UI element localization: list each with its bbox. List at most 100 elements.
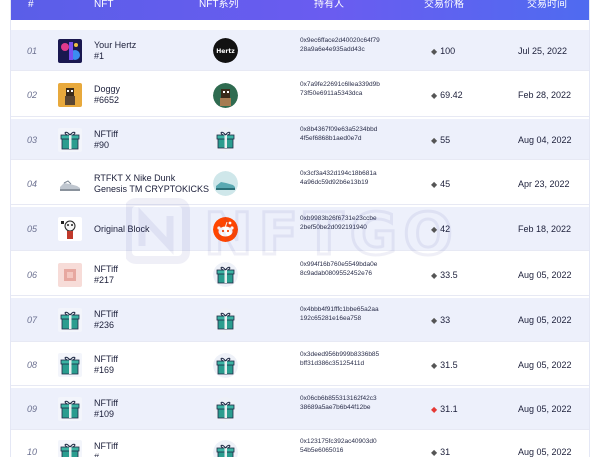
ethereum-icon: ◆ bbox=[431, 448, 438, 457]
nft-thumbnail[interactable] bbox=[58, 83, 82, 107]
table-row[interactable]: 09 NFTiff #109 0x06cb6b855313162f42c338689a… bbox=[11, 388, 589, 430]
nft-title: NFTiff bbox=[94, 441, 118, 451]
nft-thumbnail[interactable] bbox=[58, 440, 82, 457]
price-value: 31.5 bbox=[440, 360, 458, 370]
ethereum-icon: ◆ bbox=[431, 270, 438, 280]
table-row[interactable]: 05 Original Block 0xb9983b26f6731e23ccbe2b… bbox=[11, 207, 589, 251]
row-index: 03 bbox=[27, 134, 38, 145]
trade-date: Aug 05, 2022 bbox=[518, 404, 572, 414]
header-col-date: 交易时间 bbox=[527, 0, 567, 10]
holder-address[interactable]: 0x7a9fe22691c6llea339d9b73f50e6911a5343d… bbox=[300, 80, 380, 98]
collection-nftiff-gift-icon[interactable] bbox=[213, 262, 238, 287]
holder-address[interactable]: 0x8b4367f09e63a5234bbd4f5ef6868b1aed0e7d bbox=[300, 125, 380, 143]
nft-thumbnail[interactable] bbox=[58, 262, 82, 287]
nft-name[interactable]: Original Block bbox=[94, 224, 150, 235]
nft-name[interactable]: Doggy #6652 bbox=[94, 84, 120, 106]
nft-name[interactable]: NFTiff #236 bbox=[94, 309, 118, 331]
price-value: 55 bbox=[440, 134, 451, 145]
row-index: 07 bbox=[27, 315, 38, 325]
trade-price: ◆ 42 bbox=[431, 224, 450, 234]
table-row[interactable]: 06 NFTiff #217 0x994f16b760e5549bda0e8c9ada… bbox=[11, 253, 589, 296]
table-row[interactable]: 01 Your Hertz #1 Hertz 0x9ec6ffacе2d40020c64… bbox=[11, 30, 589, 71]
collection-nftiff-gift-icon[interactable] bbox=[213, 439, 238, 457]
nft-token-id: #217 bbox=[94, 274, 115, 285]
nft-name[interactable]: NFTiff #217 bbox=[94, 264, 118, 286]
nft-title: NFTiff bbox=[94, 354, 118, 364]
collection-hertz-logo-icon[interactable]: Hertz bbox=[213, 38, 238, 63]
trade-date: Feb 18, 2022 bbox=[518, 224, 572, 234]
price-value: 33.5 bbox=[440, 269, 458, 280]
ethereum-icon: ◆ bbox=[431, 225, 438, 234]
holder-address[interactable]: 0x123175fc392ac40903d054b5e6065016 bbox=[300, 437, 380, 455]
nft-token-id: #6652 bbox=[94, 95, 120, 105]
trade-date: Jul 25, 2022 bbox=[518, 45, 568, 56]
table-row[interactable]: 04 RTFKT X Nike Dunk Genesis TM CRYPTOKICK… bbox=[11, 162, 589, 205]
nft-name[interactable]: NFTiff #90 bbox=[94, 129, 118, 151]
nft-trade-table: # NFT NFT系列 持有人 交易价格 交易时间 01 Your Hertz #1… bbox=[10, 0, 590, 457]
trade-price: ◆ 31.1 bbox=[431, 404, 458, 414]
holder-address[interactable]: 0x3cf3a432d194c18b681a4a96dc59d92b6e13b1… bbox=[300, 169, 380, 187]
trade-price: ◆ 31.5 bbox=[431, 360, 458, 370]
nft-name[interactable]: NFTiff #169 bbox=[94, 354, 118, 376]
price-value: 31.1 bbox=[440, 404, 458, 414]
table-row[interactable]: 08 NFTiff #169 0x3deed956b999b8336b85bff31d… bbox=[11, 344, 589, 386]
nft-token-id: #236 bbox=[94, 320, 115, 330]
nft-name[interactable]: RTFKT X Nike Dunk Genesis TM CRYPTOKICKS bbox=[94, 173, 209, 195]
collection-nftiff-gift-icon[interactable] bbox=[213, 352, 238, 378]
nft-thumbnail[interactable] bbox=[58, 308, 82, 332]
nft-thumbnail[interactable] bbox=[58, 38, 82, 63]
nft-thumbnail[interactable] bbox=[58, 217, 82, 241]
collection-nftiff-gift-icon[interactable] bbox=[213, 307, 238, 333]
nft-thumbnail[interactable] bbox=[58, 127, 82, 152]
row-index: 04 bbox=[27, 178, 38, 189]
svg-text:Hertz: Hertz bbox=[216, 48, 235, 55]
table-row[interactable]: 03 NFTiff #90 0x8b4367f09e63a5234bbd4f5ef68… bbox=[11, 119, 589, 160]
nft-token-id: #90 bbox=[94, 139, 110, 150]
row-index: 06 bbox=[27, 269, 38, 280]
nft-title: NFTiff bbox=[94, 309, 118, 319]
holder-address[interactable]: 0x3deed956b999b8336b85bff31d386c35125411… bbox=[300, 350, 380, 368]
nft-title: RTFKT X Nike Dunk bbox=[94, 172, 176, 183]
ethereum-icon: ◆ bbox=[431, 46, 438, 56]
header-col-holder: 持有人 bbox=[314, 0, 344, 10]
collection-nftiff-gift-icon[interactable] bbox=[213, 396, 238, 422]
row-index: 09 bbox=[27, 404, 38, 414]
trade-price: ◆ 100 bbox=[431, 46, 455, 56]
price-value: 42 bbox=[440, 224, 451, 234]
trade-date: Aug 05, 2022 bbox=[518, 269, 572, 280]
collection-reddit-logo-icon[interactable] bbox=[213, 216, 238, 242]
collection-rtfkt-sneaker-icon[interactable] bbox=[213, 171, 238, 196]
holder-address[interactable]: 0x06cb6b855313162f42c338689a5ae7b6b44f12… bbox=[300, 394, 380, 412]
nft-thumbnail[interactable] bbox=[58, 397, 82, 421]
nft-thumbnail[interactable] bbox=[58, 353, 82, 377]
header-col-price: 交易价格 bbox=[424, 0, 464, 10]
table-row[interactable]: 10 NFTiff #0x123175fc392ac40903d054b5e6065… bbox=[11, 432, 589, 457]
holder-address[interactable]: 0x9ec6ffacе2d40020c64f7928a9a6e4e935add4… bbox=[300, 36, 380, 54]
ethereum-icon: ◆ bbox=[431, 91, 438, 100]
holder-address[interactable]: 0x994f16b760e5549bda0e8c9adab0809552452e… bbox=[300, 260, 380, 278]
trade-date: Apr 23, 2022 bbox=[518, 178, 570, 189]
nft-title: NFTiff bbox=[94, 398, 118, 408]
table-row[interactable]: 07 NFTiff #236 0x4bbb4f91fffc1bbe65a2aa192c… bbox=[11, 298, 589, 342]
nft-thumbnail[interactable] bbox=[58, 171, 82, 196]
price-value: 33 bbox=[440, 315, 451, 325]
trade-price: ◆ 33 bbox=[431, 315, 450, 325]
nft-title: NFTiff bbox=[94, 128, 118, 139]
nft-token-id: #109 bbox=[94, 409, 115, 419]
nft-name[interactable]: Your Hertz #1 bbox=[94, 40, 136, 62]
ethereum-icon: ◆ bbox=[431, 316, 438, 325]
collection-doggy-avatar-icon[interactable] bbox=[213, 82, 238, 108]
nft-name[interactable]: NFTiff # bbox=[94, 441, 118, 457]
table-row[interactable]: 02 Doggy #6652 0x7a9fe22691c6llea339d9b73f5… bbox=[11, 73, 589, 117]
ethereum-icon: ◆ bbox=[431, 405, 438, 414]
trade-date: Aug 05, 2022 bbox=[518, 360, 572, 370]
collection-nftiff-gift-icon[interactable] bbox=[213, 127, 238, 152]
nft-name[interactable]: NFTiff #109 bbox=[94, 398, 118, 420]
holder-address[interactable]: 0xb9983b26f6731e23ccbe2bef50be2d09219194… bbox=[300, 214, 380, 232]
nft-token-id: Genesis TM CRYPTOKICKS bbox=[94, 183, 210, 194]
trade-price: ◆ 69.42 bbox=[431, 90, 463, 100]
nft-title: Your Hertz bbox=[94, 39, 137, 50]
trade-date: Aug 05, 2022 bbox=[518, 315, 572, 325]
holder-address[interactable]: 0x4bbb4f91fffc1bbe65a2aa192c65281e16ea75… bbox=[300, 305, 380, 323]
ethereum-icon: ◆ bbox=[431, 135, 438, 145]
